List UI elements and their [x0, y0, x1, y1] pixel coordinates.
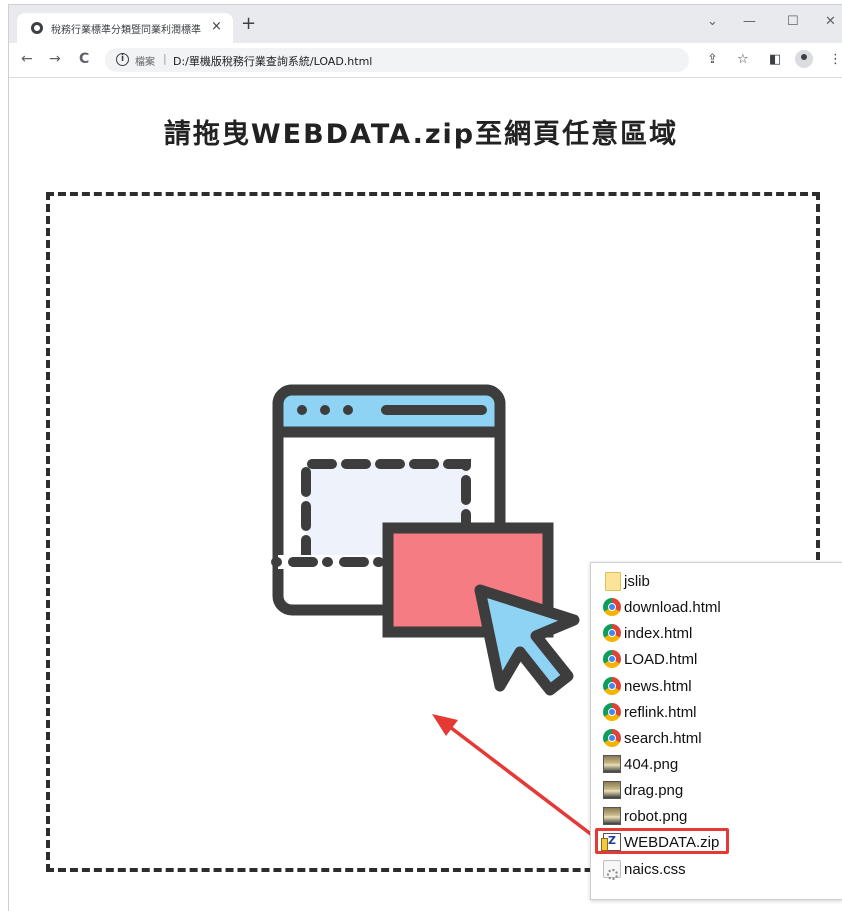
- file-item-reflink-html[interactable]: reflink.html: [603, 701, 697, 723]
- file-name: robot.png: [624, 807, 688, 825]
- file-name: 404.png: [624, 755, 679, 773]
- chrome-html-icon: [603, 650, 621, 668]
- file-name: LOAD.html: [624, 650, 698, 668]
- chrome-html-icon: [603, 677, 621, 695]
- chrome-html-icon: [603, 703, 621, 721]
- file-item-drag-png[interactable]: drag.png: [603, 779, 683, 801]
- file-item-load-html[interactable]: LOAD.html: [603, 648, 697, 670]
- file-item-news-html[interactable]: news.html: [603, 675, 692, 697]
- chrome-html-icon: [603, 598, 621, 616]
- file-item-naics-css[interactable]: naics.css: [603, 858, 686, 880]
- file-item-jslib[interactable]: jslib: [603, 570, 650, 592]
- css-file-icon: [603, 860, 621, 880]
- file-name: search.html: [624, 729, 702, 747]
- chrome-html-icon: [603, 729, 621, 747]
- folder-icon: [605, 571, 621, 591]
- file-name: index.html: [624, 624, 693, 642]
- file-name: news.html: [624, 677, 692, 695]
- image-icon: [603, 781, 621, 799]
- image-icon: [603, 755, 621, 773]
- chrome-html-icon: [603, 624, 621, 642]
- file-name: reflink.html: [624, 703, 697, 721]
- file-item-robot-png[interactable]: robot.png: [603, 805, 687, 827]
- highlight-box: [595, 828, 729, 854]
- image-icon: [603, 807, 621, 825]
- file-name: jslib: [624, 572, 650, 590]
- file-name: naics.css: [624, 860, 686, 878]
- file-item-index-html[interactable]: index.html: [603, 622, 692, 644]
- file-item-404-png[interactable]: 404.png: [603, 753, 678, 775]
- file-name: drag.png: [624, 781, 684, 799]
- file-name: download.html: [624, 598, 721, 616]
- file-item-search-html[interactable]: search.html: [603, 727, 702, 749]
- file-item-download-html[interactable]: download.html: [603, 596, 721, 618]
